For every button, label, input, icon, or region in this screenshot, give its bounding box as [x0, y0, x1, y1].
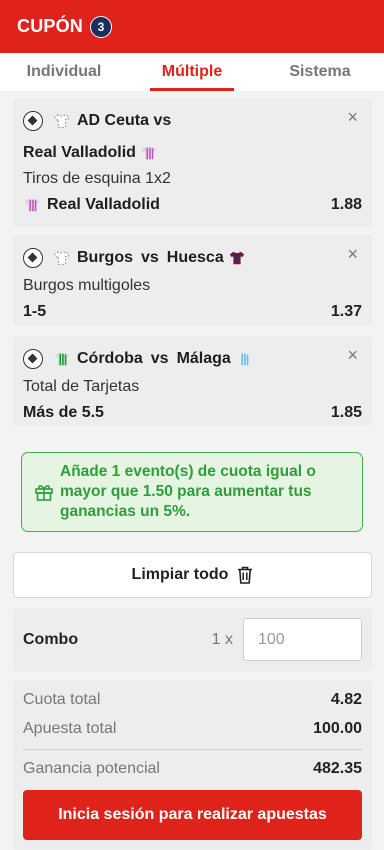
combo-label: Combo	[23, 630, 79, 648]
potential-winnings-value: 482.35	[313, 759, 362, 777]
total-odds-value: 4.82	[330, 690, 362, 708]
team-shirt-icon	[236, 352, 252, 366]
team-shirt-icon	[141, 146, 157, 160]
team-shirt-icon	[54, 114, 70, 128]
selection-odds: 1.85	[330, 404, 362, 421]
remove-bet-close-icon[interactable]: ×	[347, 346, 358, 364]
tab-multiple[interactable]: Múltiple	[128, 53, 256, 91]
clear-all-button[interactable]: Limpiar todo	[13, 552, 372, 598]
selection-odds: 1.88	[330, 196, 362, 213]
combo-multiplier: 1 x	[211, 630, 233, 648]
team-shirt-icon	[54, 251, 70, 265]
selection-name: 1-5	[23, 303, 47, 320]
match-away-team: Real Valladolid	[23, 144, 136, 161]
market-name: Burgos multigoles	[23, 277, 151, 294]
total-stake-label: Apuesta total	[23, 719, 117, 737]
stake-input[interactable]	[243, 618, 362, 661]
bet-summary: Cuota total 4.82 Apuesta total 100.00 Ga…	[13, 680, 372, 850]
selection-count-badge: 3	[90, 15, 113, 38]
soccer-ball-icon	[23, 111, 43, 131]
market-name: Total de Tarjetas	[23, 378, 140, 395]
remove-bet-close-icon[interactable]: ×	[347, 108, 358, 126]
total-odds-label: Cuota total	[23, 690, 101, 708]
boost-promo-banner: Añade 1 evento(s) de cuota igual o mayor…	[21, 452, 363, 532]
home-team: Córdoba	[77, 350, 143, 367]
soccer-ball-icon	[23, 349, 43, 369]
summary-divider	[23, 749, 362, 750]
coupon-content: × AD Ceuta vs Real Valladolid Tiros de e…	[0, 91, 384, 850]
team-shirt-icon	[54, 352, 70, 366]
tab-system[interactable]: Sistema	[256, 53, 384, 91]
gift-icon	[35, 485, 53, 501]
promo-text: Añade 1 evento(s) de cuota igual o mayor…	[60, 463, 316, 520]
total-stake-value: 100.00	[313, 719, 362, 737]
login-to-bet-button[interactable]: Inicia sesión para realizar apuestas	[23, 790, 362, 840]
tab-individual[interactable]: Individual	[0, 53, 128, 91]
combo-stake-row: Combo 1 x	[13, 608, 372, 671]
bet-card: × AD Ceuta vs Real Valladolid Tiros de e…	[13, 98, 372, 227]
home-team: Burgos	[77, 249, 133, 266]
team-shirt-icon	[24, 198, 40, 212]
away-team: Huesca	[166, 249, 224, 266]
soccer-ball-icon	[23, 248, 43, 268]
selection-odds: 1.37	[330, 303, 362, 320]
coupon-title: CUPÓN	[17, 16, 84, 36]
match-teams: AD Ceuta vs	[77, 112, 172, 129]
market-name: Tiros de esquina 1x2	[23, 170, 171, 187]
team-shirt-icon	[229, 251, 244, 265]
bet-card: × Burgos vs Huesca Burgos multigoles 1-5…	[13, 235, 372, 326]
bet-type-tabs: Individual Múltiple Sistema	[0, 53, 384, 91]
selection-name: Más de 5.5	[23, 404, 104, 421]
away-team: Málaga	[176, 350, 231, 367]
trash-icon	[238, 566, 253, 584]
vs-label: vs	[150, 350, 169, 367]
coupon-header: CUPÓN 3	[0, 0, 384, 53]
bet-card: × Córdoba vs Málaga Total de Tarjetas Má…	[13, 336, 372, 426]
selection-name: Real Valladolid	[47, 196, 160, 213]
remove-bet-close-icon[interactable]: ×	[347, 245, 358, 263]
clear-all-label: Limpiar todo	[131, 566, 229, 583]
potential-winnings-label: Ganancia potencial	[23, 759, 160, 777]
vs-label: vs	[141, 249, 159, 266]
